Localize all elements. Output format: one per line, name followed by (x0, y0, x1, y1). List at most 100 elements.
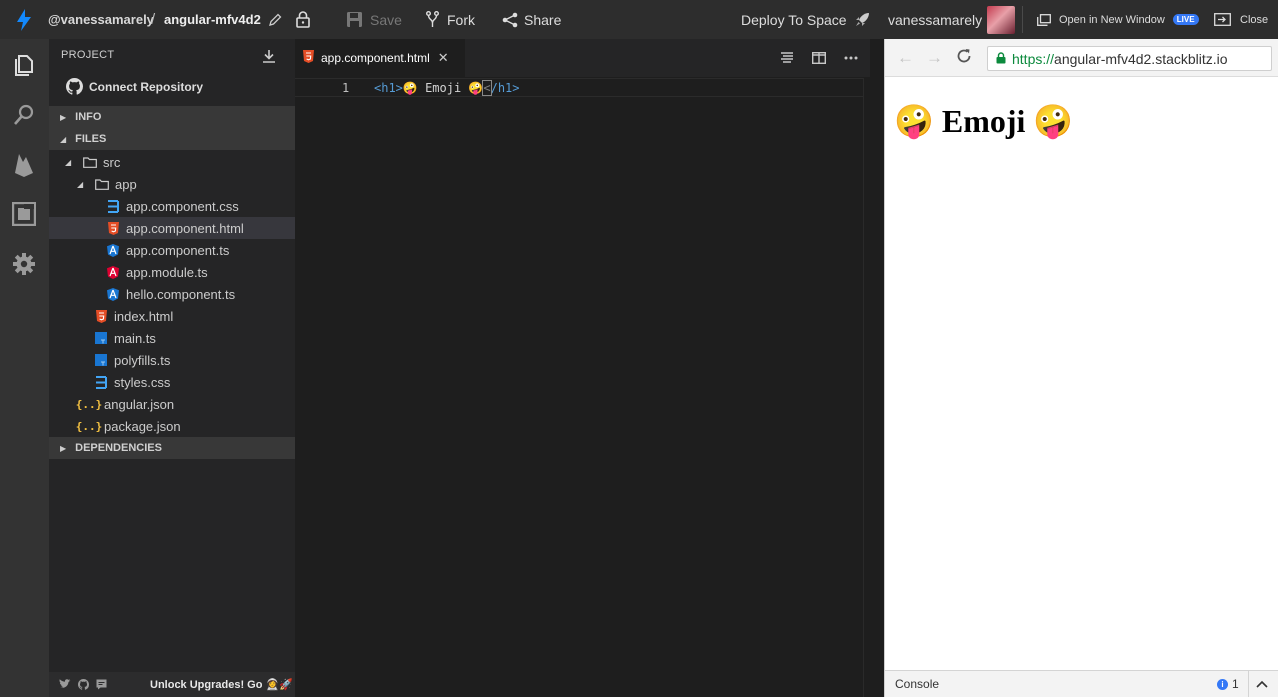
browser-toolbar: ← → https:// angular-mfv4d2.stackblitz.i… (885, 39, 1278, 77)
angular-component-icon (106, 287, 120, 301)
console-bar[interactable]: Console i 1 (885, 670, 1278, 697)
rocket-icon (855, 13, 869, 26)
more-actions-icon[interactable] (844, 56, 858, 60)
fork-label: Fork (447, 11, 475, 28)
preview-pane: ← → https:// angular-mfv4d2.stackblitz.i… (884, 39, 1278, 697)
line-number: 1 (342, 80, 350, 95)
save-label: Save (370, 11, 402, 28)
console-divider (1248, 671, 1249, 697)
tree-label: styles.css (114, 374, 171, 390)
console-label: Console (895, 677, 940, 691)
tree-file-app-component-css[interactable]: app.component.css (49, 195, 295, 217)
share-button[interactable]: Share (502, 0, 561, 39)
code-text[interactable]: <h1>🤪 Emoji 🤪</h1> (374, 79, 520, 96)
tree-file-package-json[interactable]: {..} package.json (49, 415, 295, 437)
section-info-label: INFO (75, 111, 102, 123)
tree-file-polyfills-ts[interactable]: polyfills.ts (49, 349, 295, 371)
code-editor: app.component.html ✕ 1 <h1>🤪 Emoji 🤪</h1… (295, 39, 870, 697)
code-line-1[interactable]: 1 <h1>🤪 Emoji 🤪</h1> (295, 78, 870, 97)
connect-repository-label: Connect Repository (89, 79, 204, 94)
stackblitz-logo-icon[interactable] (14, 0, 34, 39)
username-link[interactable]: @vanessamarely (48, 0, 154, 39)
share-icon (502, 12, 518, 27)
tree-label: app.module.ts (126, 264, 208, 280)
download-icon[interactable] (262, 49, 276, 68)
fork-button[interactable]: Fork (426, 0, 475, 39)
path-separator: / (151, 11, 156, 28)
deploy-label: Deploy To Space (741, 11, 847, 28)
url-scheme: https:// (1012, 50, 1055, 67)
json-file-icon: {..} (75, 419, 103, 433)
connect-repository-button[interactable]: Connect Repository (66, 78, 203, 95)
secure-lock-icon (996, 51, 1006, 67)
split-editor-icon[interactable] (812, 52, 826, 64)
editor-actions (780, 39, 870, 77)
chat-icon[interactable] (96, 679, 107, 690)
editor-scrollbar[interactable] (863, 78, 870, 697)
angular-icon (106, 265, 120, 279)
tab-app-component-html[interactable]: app.component.html ✕ (295, 39, 465, 77)
caret-down-icon: ◢ (60, 134, 67, 144)
css-file-icon (94, 375, 108, 389)
section-info[interactable]: ▶ INFO (49, 106, 295, 128)
tree-label: polyfills.ts (114, 352, 171, 368)
tree-label: main.ts (114, 330, 156, 346)
chevron-up-icon[interactable] (1256, 677, 1268, 691)
section-dependencies[interactable]: ▶ DEPENDENCIES (49, 437, 295, 459)
tab-label: app.component.html (321, 51, 430, 65)
tree-label: app (115, 176, 137, 192)
tree-file-app-component-ts[interactable]: app.component.ts (49, 239, 295, 261)
open-new-window-button[interactable]: Open in New Window LIVE (1037, 0, 1199, 39)
caret-right-icon: ▶ (60, 443, 67, 453)
top-bar: @vanessamarely / angular-mfv4d2 Save For… (0, 0, 1278, 39)
close-preview-button[interactable]: Close (1214, 0, 1268, 39)
section-files-label: FILES (75, 133, 107, 145)
tab-close-icon[interactable]: ✕ (438, 50, 449, 66)
section-files[interactable]: ◢ FILES (49, 128, 295, 150)
open-window-label: Open in New Window (1059, 13, 1165, 26)
tree-label: src (103, 154, 121, 170)
tree-file-angular-json[interactable]: {..} angular.json (49, 393, 295, 415)
tree-file-main-ts[interactable]: main.ts (49, 327, 295, 349)
tree-file-app-component-html[interactable]: app.component.html (49, 217, 295, 239)
github-icon[interactable] (78, 679, 89, 690)
folder-open-icon (95, 177, 109, 191)
deploy-button[interactable]: Deploy To Space (741, 0, 870, 39)
twitter-icon[interactable] (59, 679, 71, 689)
css-file-icon (106, 199, 120, 213)
forward-arrow-icon[interactable]: → (926, 49, 943, 66)
html5-file-icon (303, 50, 314, 66)
reload-icon[interactable] (956, 48, 972, 67)
back-arrow-icon[interactable]: ← (897, 49, 914, 66)
tree-file-index-html[interactable]: index.html (49, 305, 295, 327)
tree-file-styles-css[interactable]: styles.css (49, 371, 295, 393)
files-icon[interactable] (12, 53, 36, 77)
close-tag: /h1> (490, 80, 520, 95)
activity-bar (0, 39, 49, 697)
url-bar[interactable]: https:// angular-mfv4d2.stackblitz.io (987, 46, 1272, 71)
extensions-icon[interactable] (11, 201, 37, 227)
tree-file-app-module-ts[interactable]: app.module.ts (49, 261, 295, 283)
url-host: angular-mfv4d2.stackblitz.io (1054, 50, 1228, 67)
format-document-icon[interactable] (780, 52, 794, 64)
tag-content: 🤪 Emoji 🤪 (402, 80, 484, 95)
lock-icon[interactable] (296, 0, 310, 39)
tree-label: angular.json (104, 396, 175, 412)
account-menu[interactable]: vanessamarely (888, 0, 1016, 39)
edit-pencil-icon[interactable] (269, 0, 282, 39)
save-button[interactable]: Save (346, 0, 402, 39)
tree-folder-app[interactable]: ◢ app (49, 173, 295, 195)
tree-folder-src[interactable]: ◢ src (49, 151, 295, 173)
account-name: vanessamarely (888, 11, 983, 28)
project-name[interactable]: angular-mfv4d2 (164, 0, 261, 39)
search-icon[interactable] (12, 103, 36, 127)
angular-component-icon (106, 243, 120, 257)
tree-file-hello-component-ts[interactable]: hello.component.ts (49, 283, 295, 305)
avatar (987, 5, 1016, 34)
unlock-upgrades-link[interactable]: Unlock Upgrades! Go 👩‍🚀🚀 (150, 678, 293, 691)
settings-gear-icon[interactable] (12, 252, 36, 276)
tree-label: app.component.ts (126, 242, 230, 258)
firebase-icon[interactable] (12, 151, 36, 177)
caret-right-icon: ▶ (60, 112, 67, 122)
console-message-count[interactable]: i 1 (1217, 677, 1239, 691)
